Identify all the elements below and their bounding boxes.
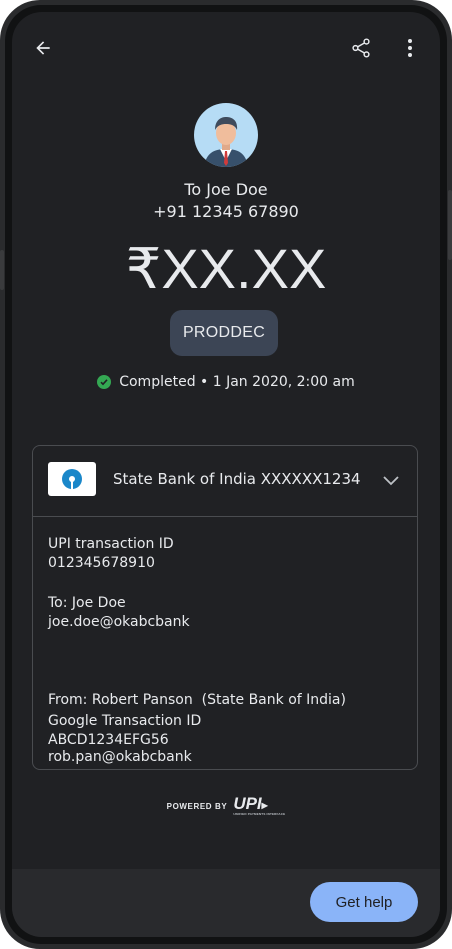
avatar xyxy=(194,103,258,167)
powered-by-upi: POWERED BY UPI▸ UNIFIED PAYMENTS INTERFA… xyxy=(12,794,440,816)
detail-field-google-id: Google Transaction ID ABCD1234EFG56 xyxy=(48,712,201,750)
field-label: To: Joe Doe xyxy=(48,595,126,611)
share-button[interactable] xyxy=(346,33,376,63)
status-row: Completed • 1 Jan 2020, 2:00 am xyxy=(12,374,440,390)
field-value: joe.doe@okabcbank xyxy=(48,614,190,630)
bottom-action-bar: Get help xyxy=(12,869,440,937)
field-label: From: Robert Panson (State Bank of India… xyxy=(48,692,346,708)
recipient-phone: +91 12345 67890 xyxy=(153,202,299,221)
back-button[interactable] xyxy=(28,34,58,62)
upi-tagline: UNIFIED PAYMENTS INTERFACE xyxy=(233,812,286,816)
check-circle-icon xyxy=(97,375,112,389)
phone-frame: To Joe Doe +91 12345 67890 ₹XX.XX PRODDE… xyxy=(0,0,452,949)
arrow-back-icon xyxy=(36,41,50,55)
chevron-down-icon[interactable] xyxy=(381,470,401,494)
bank-account-row[interactable]: State Bank of India XXXXXX1234 xyxy=(33,446,417,517)
get-help-button[interactable]: Get help xyxy=(310,882,418,922)
upi-logo-icon: UPI▸ UNIFIED PAYMENTS INTERFACE xyxy=(233,794,286,816)
person-avatar-icon xyxy=(204,117,248,167)
field-value: rob.pan@okabcbank xyxy=(48,749,192,765)
field-label: Google Transaction ID xyxy=(48,713,202,729)
recipient-name: To Joe Doe xyxy=(184,180,268,199)
note-chip: PRODDEC xyxy=(170,310,278,356)
field-value: 012345678910 xyxy=(48,555,155,571)
amount: ₹XX.XX xyxy=(125,237,327,300)
detail-field-to: To: Joe Doe joe.doe@okabcbank xyxy=(48,594,190,632)
share-icon xyxy=(352,38,370,58)
bank-account-label: State Bank of India XXXXXX1234 xyxy=(113,470,361,488)
more-options-button[interactable] xyxy=(398,33,422,63)
side-button xyxy=(448,190,452,260)
field-value: ABCD1234EFG56 xyxy=(48,732,169,748)
status-text: Completed • 1 Jan 2020, 2:00 am xyxy=(119,374,355,390)
screen: To Joe Doe +91 12345 67890 ₹XX.XX PRODDE… xyxy=(12,12,440,937)
detail-field-upi-id: UPI transaction ID 012345678910 xyxy=(48,535,174,573)
field-label: UPI transaction ID xyxy=(48,536,174,552)
transaction-details-card: State Bank of India XXXXXX1234 UPI trans… xyxy=(32,445,418,770)
side-button xyxy=(0,250,4,290)
sbi-logo-icon xyxy=(48,462,96,496)
powered-by-text: POWERED BY xyxy=(166,802,228,811)
upi-logo-text: UPI xyxy=(233,794,262,813)
more-vert-icon xyxy=(408,39,412,57)
